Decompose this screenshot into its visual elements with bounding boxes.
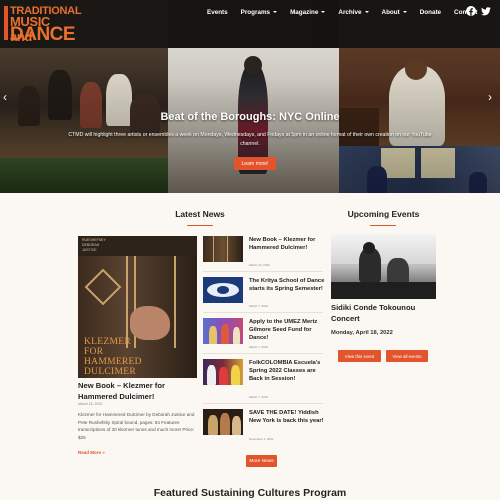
book-cover-hand [130,306,170,340]
nav-label: Magazine [290,8,319,16]
upcoming-events-heading: Upcoming Events [347,209,420,219]
nav-label: Donate [419,8,442,16]
chevron-down-icon [402,11,407,13]
nav-programs[interactable]: Programs [240,8,278,16]
event-image[interactable] [331,234,436,299]
dulcimer-hammer [174,256,176,348]
upcoming-events-underline [370,225,396,226]
news-list-item[interactable]: FolkCOLOMBIA Escuela’s Spring 2022 Class… [203,359,323,399]
site-logo[interactable]: TRADITIONAL MUSIC and DANCE [4,3,82,45]
news-divider [203,353,323,354]
book-cover-author-line: JUSTICE [82,248,97,252]
nav-label: Events [207,8,228,16]
book-cover-title-line: KLEZMER [84,337,131,347]
featured-news-excerpt: Klezmer for Hammered Dulcimer by Deborah… [78,412,195,440]
main-nav: Events Programs Magazine Archive About D… [207,0,491,24]
news-thumbnail [203,277,243,303]
featured-news-date: March 16, 2022 [78,402,103,406]
news-item-date: March 16, 2022 [249,263,270,267]
news-thumbnail [203,409,243,435]
logo-line-3: DANCE [10,24,76,45]
latest-news-underline [187,225,213,226]
news-divider [203,312,323,313]
slider-next-arrow[interactable]: › [488,90,492,104]
event-date: Monday, April 18, 2022 [331,330,393,336]
event-title[interactable]: Sidiki Conde Tokounou Concert [331,302,441,324]
news-list-item[interactable]: SAVE THE DATE! Yiddish New York is back … [203,409,324,443]
news-list-item[interactable]: The Kritya School of Dance starts its Sp… [203,277,324,311]
news-item-date: March 7, 2022 [249,304,269,308]
nav-archive[interactable]: Archive [338,8,369,16]
nav-label: Archive [338,8,362,16]
view-event-button[interactable]: View this event [338,350,381,362]
facebook-icon[interactable] [466,6,476,16]
nav-donate[interactable]: Donate [420,9,441,16]
dulcimer-hammer [126,256,128,348]
chevron-down-icon [273,11,278,13]
news-item-title: FolkCOLOMBIA Escuela’s Spring 2022 Class… [249,360,321,382]
featured-news-image[interactable]: RUESHEFSKY DEBORAH JUSTICE KLEZMER FOR H… [78,236,197,378]
nav-magazine[interactable]: Magazine [290,8,326,16]
nav-events[interactable]: Events [207,9,228,16]
nav-label: Programs [240,8,271,16]
news-thumbnail [203,359,243,385]
news-item-date: March 7, 2022 [249,395,269,399]
book-cover-author-line: DEBORAH [82,243,100,247]
book-cover-author-line: RUESHEFSKY [82,238,106,242]
nav-label: About [381,8,400,16]
news-item-title: SAVE THE DATE! Yiddish New York is back … [249,410,324,424]
book-cover-title-line: DULCIMER [84,367,137,377]
slider-prev-arrow[interactable]: ‹ [3,90,7,104]
book-cover-title-line: HAMMERED [84,357,142,367]
hero-description: CTMD will highlight three artists or ens… [68,132,432,147]
hero-title: Beat of the Boroughs: NYC Online [160,111,340,123]
read-more-link[interactable]: Read More » [78,450,105,455]
news-item-date: November 1, 2021 [249,437,274,441]
chevron-down-icon [364,11,369,13]
news-item-title: The Kritya School of Dance starts its Sp… [249,278,325,292]
news-divider [203,271,323,272]
learn-more-button[interactable]: Learn more! [234,157,276,170]
news-thumbnail [203,236,243,262]
news-item-title: New Book – Klezmer for Hammered Dulcimer… [249,237,316,251]
featured-news-title[interactable]: New Book – Klezmer for Hammered Dulcimer… [78,381,206,402]
news-thumbnail [203,318,243,344]
latest-news-heading: Latest News [175,209,225,219]
book-cover-title-line: FOR [84,347,104,357]
view-all-events-button[interactable]: View all events [386,350,428,362]
news-item-date: March 7, 2022 [249,345,269,349]
news-list-item[interactable]: New Book – Klezmer for Hammered Dulcimer… [203,236,323,270]
chevron-down-icon [321,11,326,13]
news-list-item[interactable]: Apply to the UMEZ Mertz Gilmore Seed Fun… [203,318,323,352]
featured-program-heading: Featured Sustaining Cultures Program [153,487,347,499]
more-news-button[interactable]: More News [246,455,277,467]
nav-about[interactable]: About [382,9,407,16]
news-item-title: Apply to the UMEZ Mertz Gilmore Seed Fun… [249,319,318,341]
book-cover-ornament [84,268,122,306]
twitter-icon[interactable] [481,6,491,16]
site-header: TRADITIONAL MUSIC and DANCE Events Progr… [0,0,500,48]
news-divider [203,403,323,404]
logo-accent-bar [4,6,8,40]
